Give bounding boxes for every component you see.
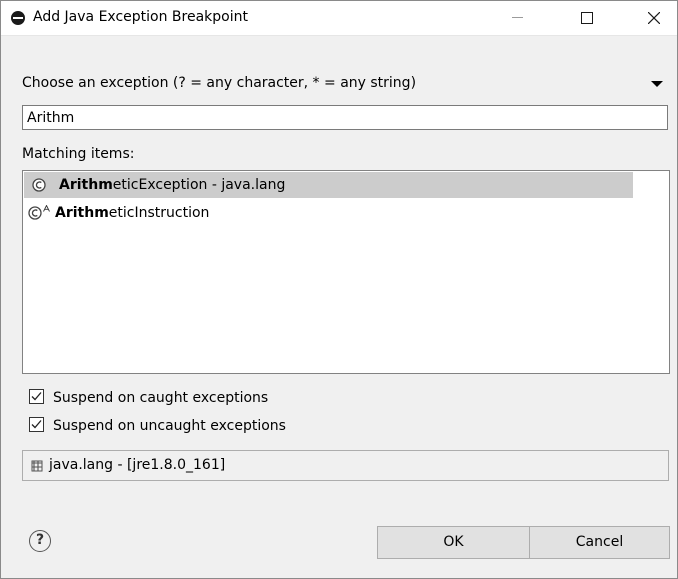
abstract-marker-icon — [43, 205, 50, 212]
package-status-text: java.lang - [jre1.8.0_161] — [49, 457, 226, 473]
ok-button[interactable]: OK — [377, 526, 530, 559]
suspend-uncaught-checkbox[interactable] — [29, 417, 44, 432]
package-icon — [31, 460, 43, 472]
checkmark-icon — [31, 392, 42, 401]
history-dropdown-icon[interactable] — [651, 81, 663, 87]
matching-items-list[interactable]: ArithmeticException - java.lang Arithmet… — [22, 170, 670, 374]
eclipse-icon — [11, 11, 25, 25]
choose-exception-label: Choose an exception (? = any character, … — [22, 75, 417, 91]
window-title: Add Java Exception Breakpoint — [33, 9, 248, 25]
minimize-button[interactable] — [495, 1, 541, 34]
checkmark-icon — [31, 420, 42, 429]
cancel-button[interactable]: Cancel — [529, 526, 670, 559]
title-bar: Add Java Exception Breakpoint — [1, 1, 677, 36]
maximize-button[interactable] — [564, 1, 610, 34]
suspend-caught-label: Suspend on caught exceptions — [53, 390, 269, 406]
exception-filter-input[interactable] — [22, 105, 668, 130]
list-item[interactable]: ArithmeticInstruction — [24, 200, 633, 226]
matching-items-label: Matching items: — [22, 146, 135, 162]
help-icon[interactable]: ? — [29, 530, 51, 552]
class-icon — [32, 178, 46, 192]
list-item-label: ArithmeticInstruction — [55, 205, 210, 221]
list-item-label: ArithmeticException - java.lang — [59, 177, 286, 193]
abstract-class-icon — [28, 206, 42, 220]
close-icon — [648, 12, 660, 24]
suspend-caught-checkbox[interactable] — [29, 389, 44, 404]
close-button[interactable] — [631, 1, 677, 34]
list-item[interactable]: ArithmeticException - java.lang — [24, 172, 633, 198]
suspend-uncaught-label: Suspend on uncaught exceptions — [53, 418, 286, 434]
package-status-bar: java.lang - [jre1.8.0_161] — [22, 450, 669, 481]
dialog-window: Add Java Exception Breakpoint Choose an … — [0, 0, 678, 579]
